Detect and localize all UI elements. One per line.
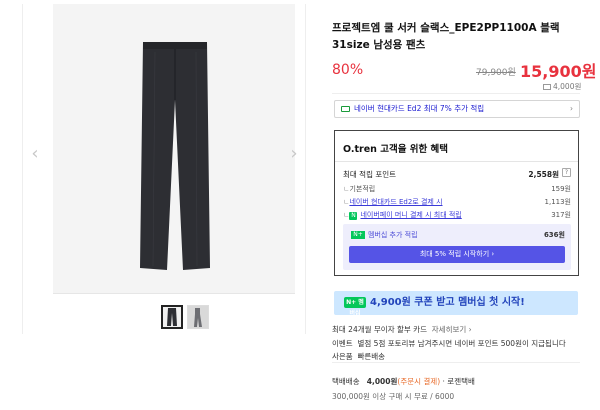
membership-start-button[interactable]: 최대 5% 적립 시작하기 › [349, 246, 565, 263]
shipping-fee-value: 4,000원 [553, 82, 582, 91]
card-promo-banner[interactable]: 네이버 현대카드 Ed2 최대 7% 추가 적립 › [334, 100, 580, 118]
thumbnail-2[interactable] [187, 305, 209, 329]
card-promo-text: 네이버 현대카드 Ed2 최대 7% 추가 적립 [354, 104, 485, 113]
shipping-fee-summary: 4,000원 [543, 81, 581, 92]
delivery-info: 택배배송 4,000원(주문시 결제) · 로젠택배 [332, 376, 475, 387]
points-row-value: 1,113원 [544, 198, 571, 206]
nplus-badge-icon: N+ [351, 231, 365, 239]
delivery-condition: (주문시 결제) [397, 377, 441, 386]
max-points-value: 2,558원 [528, 170, 559, 179]
points-row-naverpay: ㄴ N 네이버페이 머니 결제 시 최대 적립 317원 [343, 211, 571, 220]
membership-label: N+ 멤버십 추가 적립 [351, 230, 418, 240]
thumbnail-list [161, 305, 209, 329]
max-points-row: 최대 적립 포인트 2,558원 ? [343, 168, 571, 180]
product-title: 프로젝트엠 쿨 서커 슬랙스_EPE2PP1100A 블랙 31size 남성용… [332, 22, 560, 51]
details-link[interactable]: 자세히보기 [432, 325, 467, 334]
divider [332, 362, 580, 363]
event-label: 이벤트 [332, 339, 353, 348]
points-row-basic: ㄴ기본적립 159원 [343, 185, 571, 193]
points-row-value: 317원 [551, 211, 571, 219]
thumbnail-1[interactable] [161, 305, 183, 329]
chevron-left-icon[interactable]: ‹ [28, 143, 42, 165]
free-shipping-info: 300,000원 이상 구매 시 무료 / 6000 [332, 392, 455, 401]
card-payment-link[interactable]: 네이버 현대카드 Ed2로 결제 시 [349, 198, 442, 206]
membership-value: 636원 [543, 231, 565, 239]
naverpay-money-link[interactable]: 네이버페이 머니 결제 시 최대 적립 [360, 211, 461, 219]
membership-label-text: 멤버십 추가 적립 [368, 231, 418, 239]
delivery-carrier: · 로젠택배 [442, 377, 475, 386]
truck-icon [543, 84, 551, 90]
chevron-right-icon[interactable]: › [287, 143, 301, 165]
event-text: 별점 5점 포토리뷰 남겨주시면 네이버 포인트 500원이 지급됩니다 [357, 339, 566, 348]
divider [335, 161, 578, 162]
points-row-label: 기본적립 [349, 185, 376, 193]
installment-info: 최대 24개월 무이자 할부 카드 자세히보기 › [332, 324, 472, 335]
gift-label: 사은품 [332, 352, 353, 361]
credit-card-icon [341, 106, 350, 112]
membership-coupon-banner[interactable]: N+ 멤버십 4,900원 쿠폰 받고 멤버십 첫 시작! [334, 291, 578, 317]
max-points-label: 최대 적립 포인트 [343, 170, 397, 179]
divider [332, 93, 580, 94]
installment-label: 최대 24개월 무이자 할부 카드 [332, 325, 427, 334]
chevron-right-icon: › [570, 104, 573, 113]
pants-image [140, 42, 210, 270]
event-info: 이벤트 별점 5점 포토리뷰 남겨주시면 네이버 포인트 500원이 지급됩니다 [332, 338, 566, 349]
benefit-title: O.tren 고객을 위한 혜택 [343, 144, 449, 155]
nplus-membership-badge-icon: N+ 멤버십 [344, 296, 366, 317]
sale-price: 15,900원 [520, 62, 597, 81]
delivery-label: 택배배송 [332, 377, 360, 386]
discount-rate: 80% [332, 62, 364, 78]
chevron-right-icon: › [466, 325, 472, 334]
points-row-value: 159원 [551, 185, 571, 193]
coupon-banner-text: 4,900원 쿠폰 받고 멤버십 첫 시작! [370, 297, 525, 308]
model-thumbnail-image [188, 306, 208, 328]
product-main-image[interactable] [53, 4, 295, 294]
gift-value: 빠른배송 [357, 352, 386, 361]
naverpay-icon: N [349, 212, 358, 220]
points-row-card: ㄴ네이버 현대카드 Ed2로 결제 시 1,113원 [343, 198, 571, 206]
delivery-fee: 4,000원 [366, 377, 398, 386]
benefit-box: O.tren 고객을 위한 혜택 최대 적립 포인트 2,558원 ? ㄴ기본적… [334, 130, 579, 276]
pants-thumbnail-image [167, 308, 177, 326]
product-gallery: ‹ › [22, 4, 306, 334]
original-price: 79,900원 [476, 68, 516, 78]
membership-box: N+ 멤버십 추가 적립 636원 최대 5% 적립 시작하기 › [343, 224, 571, 270]
gift-info: 사은품 빠른배송 [332, 351, 385, 362]
help-icon[interactable]: ? [562, 168, 571, 177]
